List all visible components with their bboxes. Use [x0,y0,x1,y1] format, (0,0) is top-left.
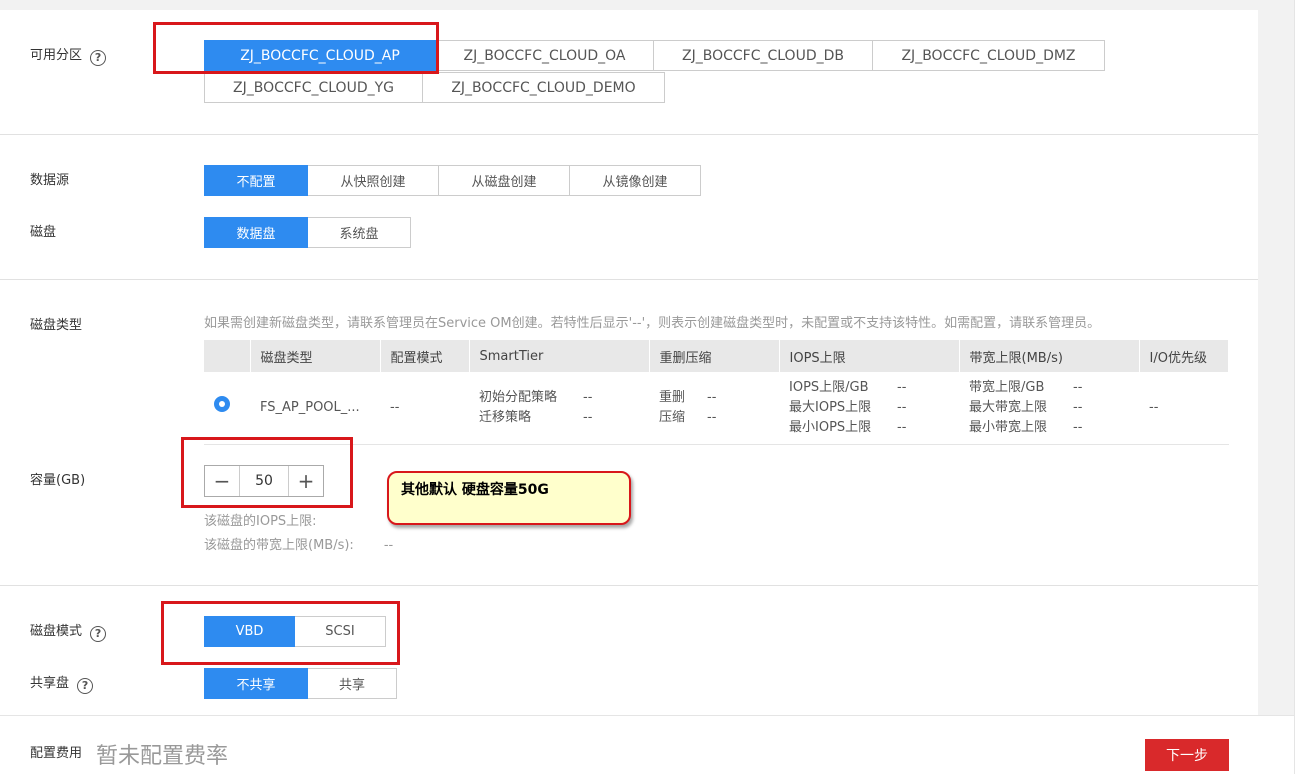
disk-mode-selector: VBD SCSI [204,616,386,647]
disk-option-data[interactable]: 数据盘 [204,217,308,248]
column-header: 重删压缩 [649,340,780,372]
datasource-option-disk[interactable]: 从磁盘创建 [438,165,570,196]
zone-option-oa[interactable]: ZJ_BOCCFC_CLOUD_OA [435,40,654,71]
disk-mode-label: 磁盘模式? [30,623,107,642]
divider [0,134,1258,135]
column-header [204,340,251,372]
disk-iops-label: 该磁盘的IOPS上限: [204,514,317,529]
next-button[interactable]: 下一步 [1145,739,1229,771]
datasource-selector: 不配置 从快照创建 从磁盘创建 从镜像创建 [204,165,701,196]
column-header: SmartTier [469,340,650,372]
disk-mode-option-vbd[interactable]: VBD [204,616,295,647]
table-header-row: 磁盘类型 配置模式 SmartTier 重删压缩 IOPS上限 带宽上限(MB/… [204,340,1229,372]
divider [0,279,1258,280]
divider [0,585,1258,586]
disk-type-label: 磁盘类型 [30,318,83,333]
shared-option-yes[interactable]: 共享 [307,668,397,699]
help-icon[interactable]: ? [77,678,94,694]
disk-selector: 数据盘 系统盘 [204,217,411,248]
zone-option-db[interactable]: ZJ_BOCCFC_CLOUD_DB [653,40,873,71]
plus-icon[interactable]: + [289,466,323,496]
form-panel: 可用分区? ZJ_BOCCFC_CLOUD_AP ZJ_BOCCFC_CLOUD… [0,10,1258,715]
capacity-input[interactable]: 50 [239,466,289,496]
smarttier-cell: 初始分配策略 -- 迁移策略 -- [469,372,649,445]
disk-label: 磁盘 [30,225,57,240]
zone-label: 可用分区? [30,47,107,66]
datasource-option-snapshot[interactable]: 从快照创建 [307,165,439,196]
column-header: 磁盘类型 [250,340,381,372]
disk-mode-option-scsi[interactable]: SCSI [294,616,386,647]
fee-value: 暂未配置费率 [96,744,229,769]
zone-option-ap[interactable]: ZJ_BOCCFC_CLOUD_AP [204,40,436,71]
disk-option-system[interactable]: 系统盘 [307,217,411,248]
column-header: IOPS上限 [779,340,960,372]
capacity-stepper[interactable]: − 50 + [204,465,324,497]
zone-selector-row2: ZJ_BOCCFC_CLOUD_YG ZJ_BOCCFC_CLOUD_DEMO [204,72,665,103]
minus-icon[interactable]: − [205,466,239,496]
table-row[interactable]: FS_AP_POOL_... -- 初始分配策略 -- 迁移策略 -- 重删 -- 压… [204,372,1229,445]
footer-bar: 配置费用 暂未配置费率 下一步 [0,715,1294,774]
radio-selected-icon[interactable] [214,396,230,413]
iops-cell: IOPS上限/GB -- 最大IOPS上限 -- 最小IOPS上限 -- [779,372,959,445]
dedup-cell: 重删 -- 压缩 -- [649,372,779,445]
column-header: 带宽上限(MB/s) [959,340,1140,372]
capacity-label: 容量(GB) [30,473,86,488]
shared-option-no[interactable]: 不共享 [204,668,308,699]
zone-option-yg[interactable]: ZJ_BOCCFC_CLOUD_YG [204,72,423,103]
datasource-option-none[interactable]: 不配置 [204,165,308,196]
shared-label: 共享盘? [30,675,94,694]
disk-type-table: 磁盘类型 配置模式 SmartTier 重删压缩 IOPS上限 带宽上限(MB/… [204,340,1229,445]
config-mode-value: -- [380,372,469,445]
shared-selector: 不共享 共享 [204,668,397,699]
annotation-callout: 其他默认 硬盘容量50G [387,471,631,525]
fee-label: 配置费用 [30,746,83,761]
zone-selector-row1: ZJ_BOCCFC_CLOUD_AP ZJ_BOCCFC_CLOUD_OA ZJ… [204,40,1105,71]
disk-type-name: FS_AP_POOL_... [250,372,380,445]
zone-option-dmz[interactable]: ZJ_BOCCFC_CLOUD_DMZ [872,40,1105,71]
scrollbar[interactable] [1294,0,1308,774]
column-header: 配置模式 [380,340,470,372]
datasource-option-image[interactable]: 从镜像创建 [569,165,701,196]
help-icon[interactable]: ? [90,626,107,642]
help-icon[interactable]: ? [90,50,107,66]
datasource-label: 数据源 [30,173,70,188]
bandwidth-cell: 带宽上限/GB -- 最大带宽上限 -- 最小带宽上限 -- [959,372,1139,445]
zone-option-demo[interactable]: ZJ_BOCCFC_CLOUD_DEMO [422,72,665,103]
disk-bandwidth-label: 该磁盘的带宽上限(MB/s): -- [204,538,394,553]
disk-type-hint: 如果需创建新磁盘类型，请联系管理员在Service OM创建。若特性后显示'--… [204,316,1101,331]
column-header: I/O优先级 [1139,340,1229,372]
io-priority-value: -- [1139,372,1229,445]
